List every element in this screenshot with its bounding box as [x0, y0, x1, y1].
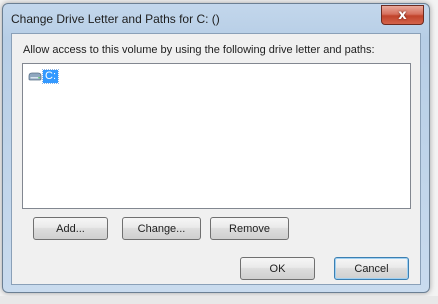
drive-letter-label: C:: [42, 68, 59, 84]
add-button[interactable]: Add...: [33, 217, 108, 240]
paths-listbox[interactable]: C:: [22, 63, 411, 209]
list-item-drive-c[interactable]: C:: [28, 68, 59, 84]
close-button[interactable]: x: [381, 5, 424, 25]
drive-icon: [28, 72, 42, 80]
window-title: Change Drive Letter and Paths for C: (): [11, 12, 220, 26]
ok-button[interactable]: OK: [240, 257, 315, 280]
change-drive-letter-dialog: Change Drive Letter and Paths for C: () …: [2, 3, 430, 293]
dialog-client-area: Allow access to this volume by using the…: [11, 33, 421, 285]
background-strip: [0, 296, 438, 304]
remove-button[interactable]: Remove: [210, 217, 289, 240]
change-button[interactable]: Change...: [122, 217, 201, 240]
instruction-text: Allow access to this volume by using the…: [23, 44, 375, 56]
desktop-background: Change Drive Letter and Paths for C: () …: [0, 0, 438, 304]
title-bar[interactable]: Change Drive Letter and Paths for C: () …: [3, 4, 429, 34]
close-icon: x: [398, 7, 407, 23]
cancel-button[interactable]: Cancel: [334, 257, 409, 280]
